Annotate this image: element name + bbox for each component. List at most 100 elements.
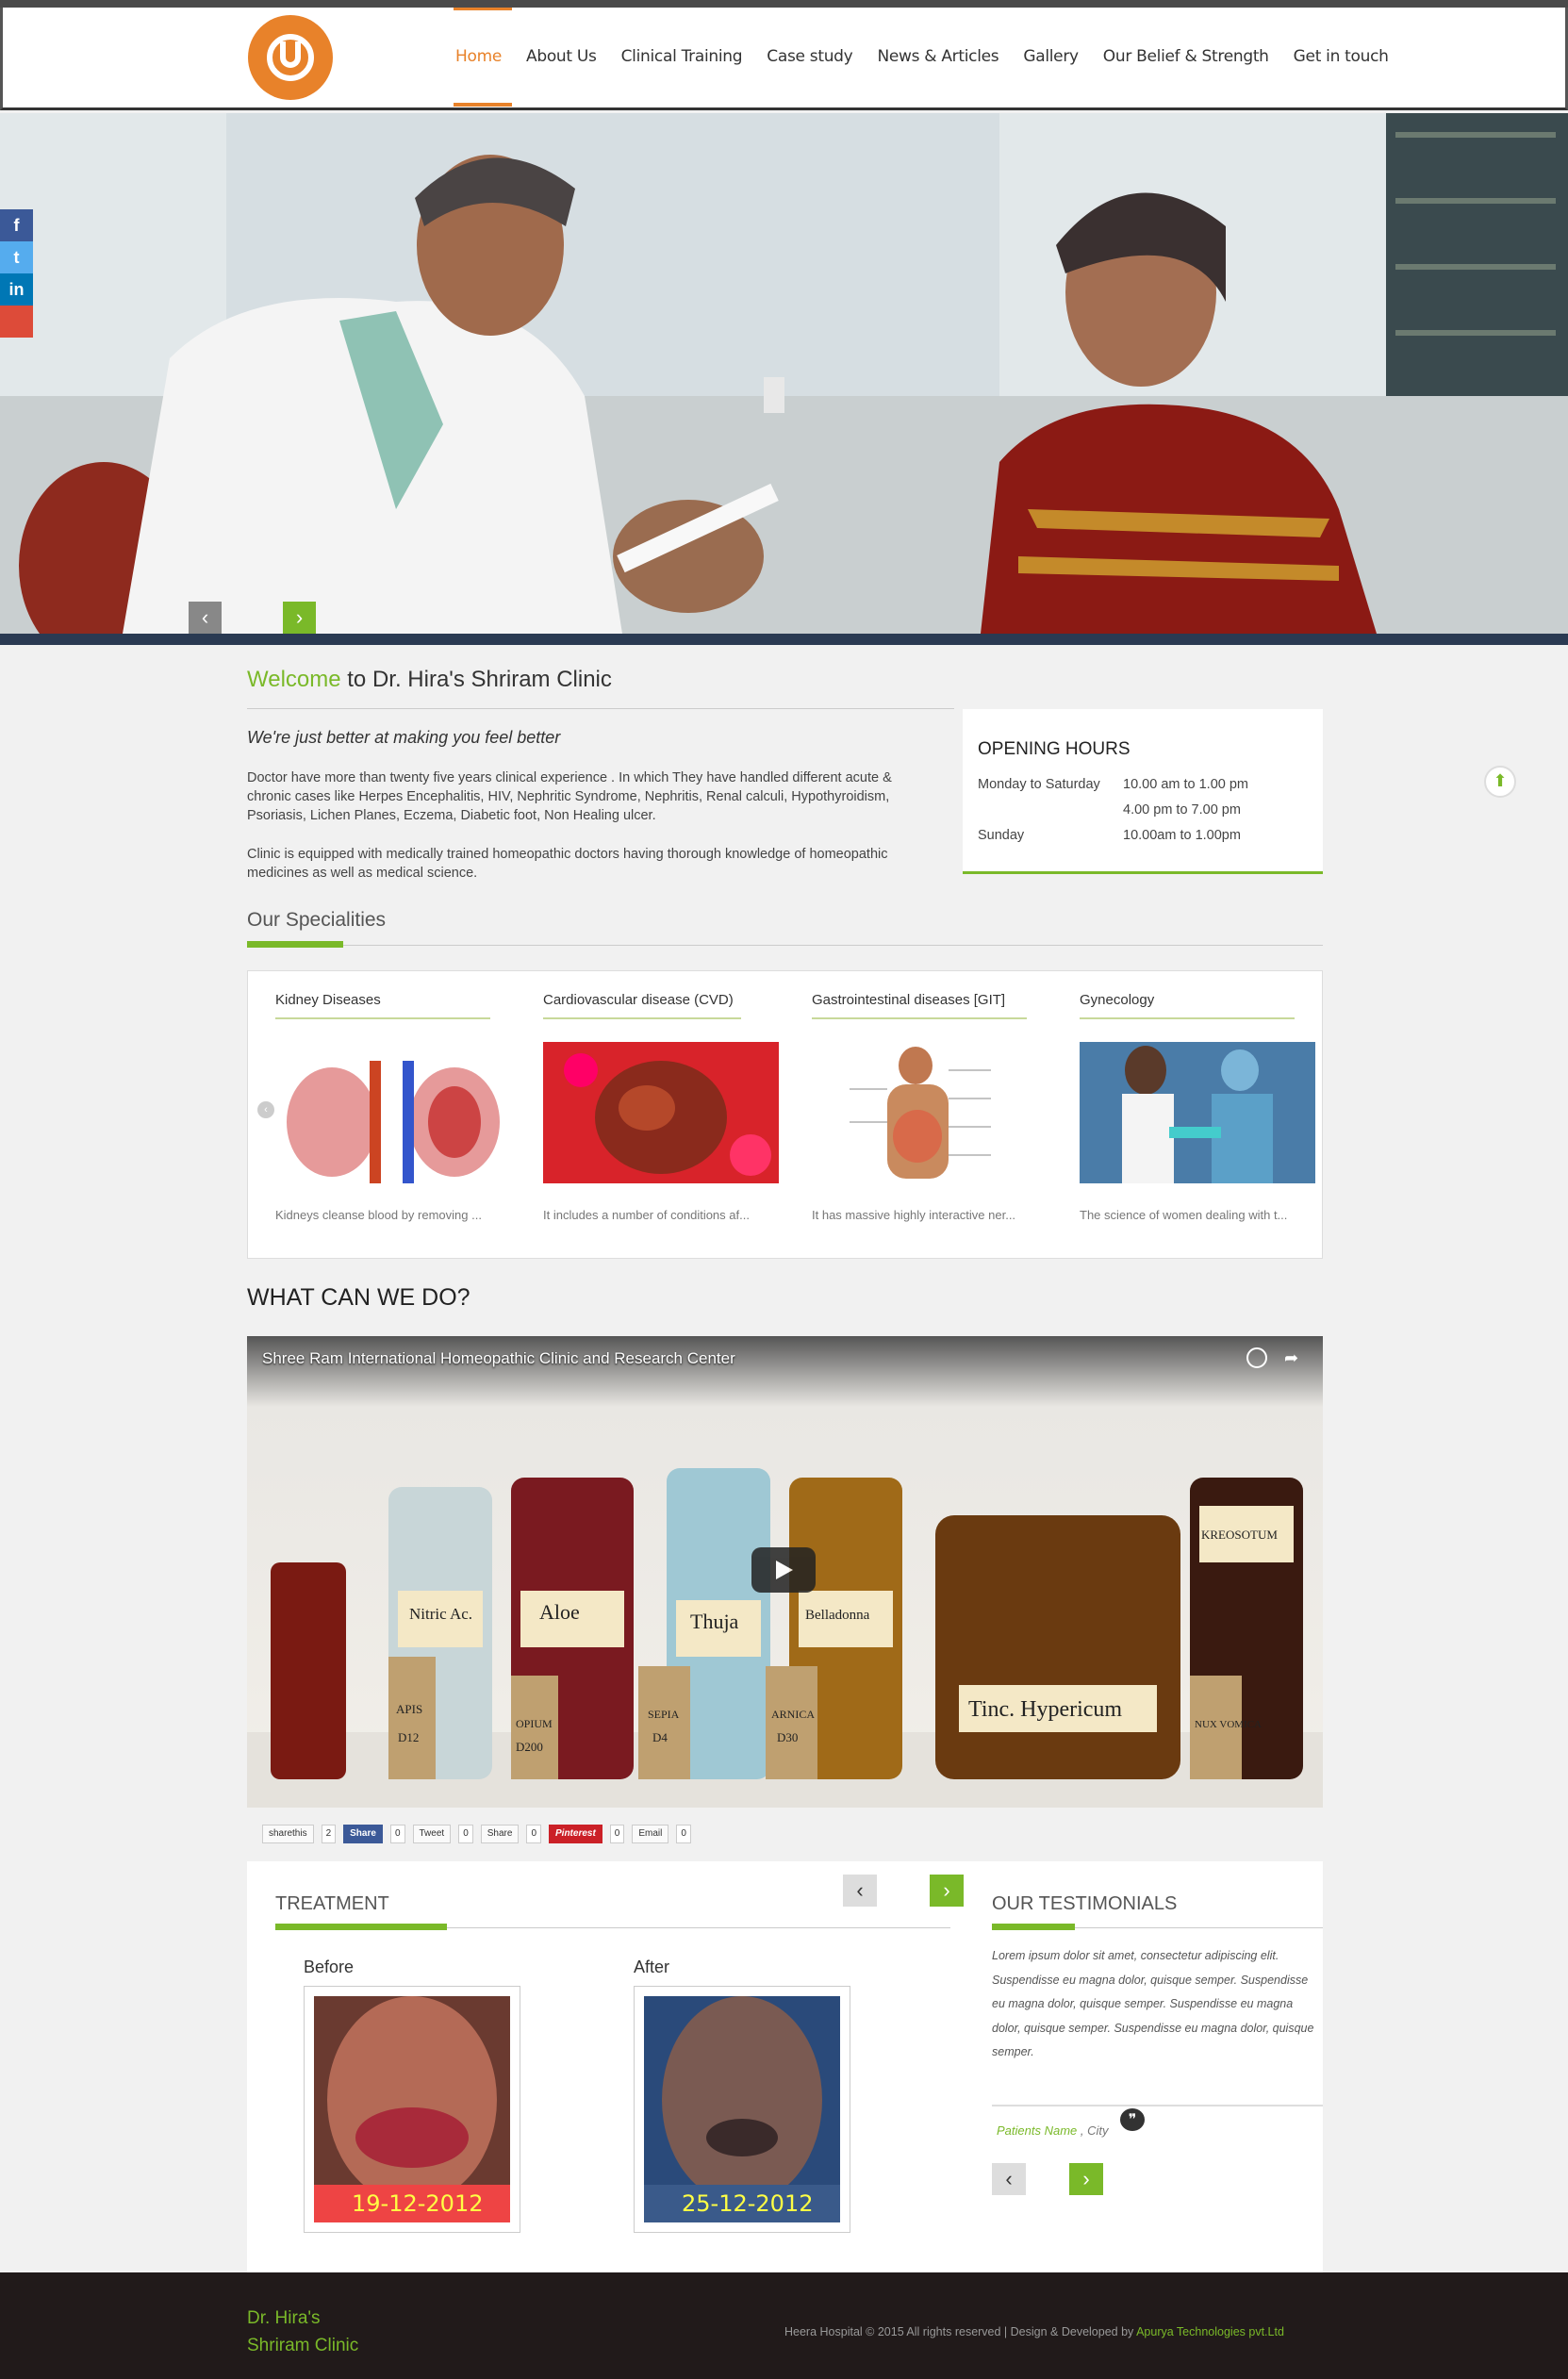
speciality-card[interactable]: Gastrointestinal diseases [GIT] It has m… [812, 992, 1048, 1222]
twitter-icon[interactable]: t [0, 241, 33, 273]
card-title: Kidney Diseases [275, 992, 381, 1008]
hours-time: 10.00 am to 1.00 pm [1123, 777, 1248, 792]
bottle-label: SEPIA [648, 1708, 680, 1721]
hours-time: 4.00 pm to 7.00 pm [1123, 802, 1241, 818]
heart-image [543, 1042, 779, 1183]
divider [247, 945, 1323, 946]
nav-get-in-touch[interactable]: Get in touch [1281, 47, 1401, 70]
hero-slider [0, 113, 1568, 634]
nav-active-underline [454, 103, 512, 107]
kidney-image [275, 1042, 511, 1183]
nav-case-study[interactable]: Case study [754, 47, 865, 70]
sharethis-button[interactable]: sharethis [262, 1825, 314, 1843]
card-underline [1080, 1017, 1295, 1019]
quote-icon: ❞ [1120, 2108, 1145, 2131]
specialities-title: Our Specialities [247, 909, 387, 931]
bottle-label: D12 [398, 1730, 419, 1744]
nav-clinical-training[interactable]: Clinical Training [609, 47, 755, 70]
nav-about-us[interactable]: About Us [514, 47, 609, 70]
bottle-label: Thuja [690, 1610, 739, 1633]
bottle-label: D30 [777, 1730, 798, 1744]
bottle-label: Tinc. Hypericum [968, 1697, 1122, 1722]
tweet-button[interactable]: Tweet [412, 1825, 452, 1843]
divider [247, 708, 954, 709]
speciality-card[interactable]: Cardiovascular disease (CVD) It includes… [543, 992, 779, 1222]
google-plus-icon[interactable] [0, 306, 33, 338]
before-photo[interactable]: 19-12-2012 [304, 1986, 520, 2233]
after-photo[interactable]: 25-12-2012 [634, 1986, 850, 2233]
card-desc: Kidneys cleanse blood by removing ... [275, 1208, 482, 1222]
developer-link[interactable]: Apurya Technologies pvt.Ltd [1136, 2325, 1284, 2338]
what-heading: WHAT CAN WE DO? [247, 1284, 470, 1311]
card-desc: It has massive highly interactive ner... [812, 1208, 1016, 1222]
treatment-next-button[interactable]: › [930, 1875, 964, 1907]
copyright-text: Heera Hospital © 2015 All rights reserve… [784, 2325, 1284, 2338]
opening-hours-box: OPENING HOURS Monday to Saturday 10.00 a… [963, 709, 1323, 874]
title-accent-bar [992, 1924, 1075, 1930]
share-count: 0 [389, 1825, 405, 1843]
testimonial-prev-button[interactable]: ‹ [992, 2163, 1026, 2195]
play-icon [776, 1561, 793, 1579]
carousel-prev-icon[interactable]: ‹ [257, 1101, 274, 1118]
divider [992, 2105, 1323, 2106]
pinterest-button[interactable]: Pinterest [549, 1825, 602, 1843]
share-icon[interactable]: ➦ [1284, 1347, 1305, 1368]
treatment-prev-button[interactable]: ‹ [843, 1875, 877, 1907]
speciality-card[interactable]: Gynecology The science of women dealing … [1080, 992, 1315, 1222]
specialities-carousel: ‹ › Kidney Diseases Kidneys cleanse bloo… [247, 970, 1323, 1259]
card-title: Gynecology [1080, 992, 1155, 1008]
bottle-label: APIS [396, 1702, 422, 1716]
bottle-label: ARNICA [771, 1708, 815, 1721]
clinic-logo[interactable] [248, 15, 333, 100]
card-underline [275, 1017, 490, 1019]
scroll-top-icon[interactable]: ⬆ [1484, 766, 1516, 798]
footer-brand: Dr. Hira's Shriram Clinic [247, 2305, 358, 2359]
nav-home[interactable]: Home [443, 47, 514, 70]
testimonials-title: OUR TESTIMONIALS [992, 1893, 1178, 1914]
welcome-highlight: Welcome [247, 667, 341, 692]
play-button[interactable] [751, 1547, 816, 1593]
share-count: 0 [676, 1825, 691, 1843]
slider-next-button[interactable]: › [283, 602, 316, 634]
card-underline [543, 1017, 741, 1019]
nav-news-articles[interactable]: News & Articles [865, 47, 1011, 70]
hero-image [0, 113, 1568, 634]
testimonial-author: Patients Name , City [997, 2123, 1109, 2138]
testimonial-text: Lorem ipsum dolor sit amet, consectetur … [992, 1949, 1314, 2058]
card-underline [812, 1017, 1027, 1019]
watch-later-icon[interactable] [1246, 1347, 1267, 1368]
card-title: Cardiovascular disease (CVD) [543, 992, 734, 1008]
patient-name: Patients Name [997, 2123, 1078, 2138]
logo-u-mark [280, 41, 301, 68]
share-count: 0 [609, 1825, 625, 1843]
linkedin-share-button[interactable]: Share [480, 1825, 520, 1843]
facebook-share-button[interactable]: Share [343, 1825, 383, 1843]
linkedin-icon[interactable]: in [0, 273, 33, 306]
nav-gallery[interactable]: Gallery [1011, 47, 1090, 70]
bottle-label: D4 [652, 1730, 668, 1744]
digestive-system-image [812, 1042, 1048, 1183]
share-count: 0 [526, 1825, 541, 1843]
share-bar: sharethis 2 Share 0 Tweet 0 Share 0 Pinteres… [262, 1824, 691, 1844]
video-player[interactable]: Nitric Ac. Aloe Thuja Belladonna KREOSOT… [247, 1336, 1323, 1808]
slider-prev-button[interactable]: ‹ [189, 602, 222, 634]
before-date: 19-12-2012 [352, 2190, 483, 2217]
bottle-label: Nitric Ac. [409, 1605, 472, 1623]
treatment-testimonials-section: TREATMENT ‹ › Before 19-12-2012 After 25… [247, 1861, 1323, 2272]
after-label: After [634, 1958, 670, 1976]
facebook-icon[interactable]: f [0, 209, 33, 241]
nav-active-topline [454, 8, 512, 10]
hero-bottom-bar [0, 634, 1568, 645]
bottle-label: Aloe [539, 1600, 580, 1624]
speciality-card[interactable]: Kidney Diseases Kidneys cleanse blood by… [275, 992, 511, 1222]
after-date: 25-12-2012 [682, 2190, 813, 2217]
testimonial-next-button[interactable]: › [1069, 2163, 1103, 2195]
tagline: We're just better at making you feel bet… [247, 728, 561, 747]
intro-paragraph-2: Clinic is equipped with medically traine… [247, 847, 888, 881]
email-button[interactable]: Email [632, 1825, 669, 1843]
nav-belief-strength[interactable]: Our Belief & Strength [1091, 47, 1281, 70]
copyright: Heera Hospital © 2015 All rights reserve… [784, 2325, 1137, 2338]
treatment-title: TREATMENT [275, 1893, 389, 1914]
video-title[interactable]: Shree Ram International Homeopathic Clin… [262, 1349, 735, 1368]
welcome-heading: Welcome to Dr. Hira's Shriram Clinic [247, 667, 612, 693]
